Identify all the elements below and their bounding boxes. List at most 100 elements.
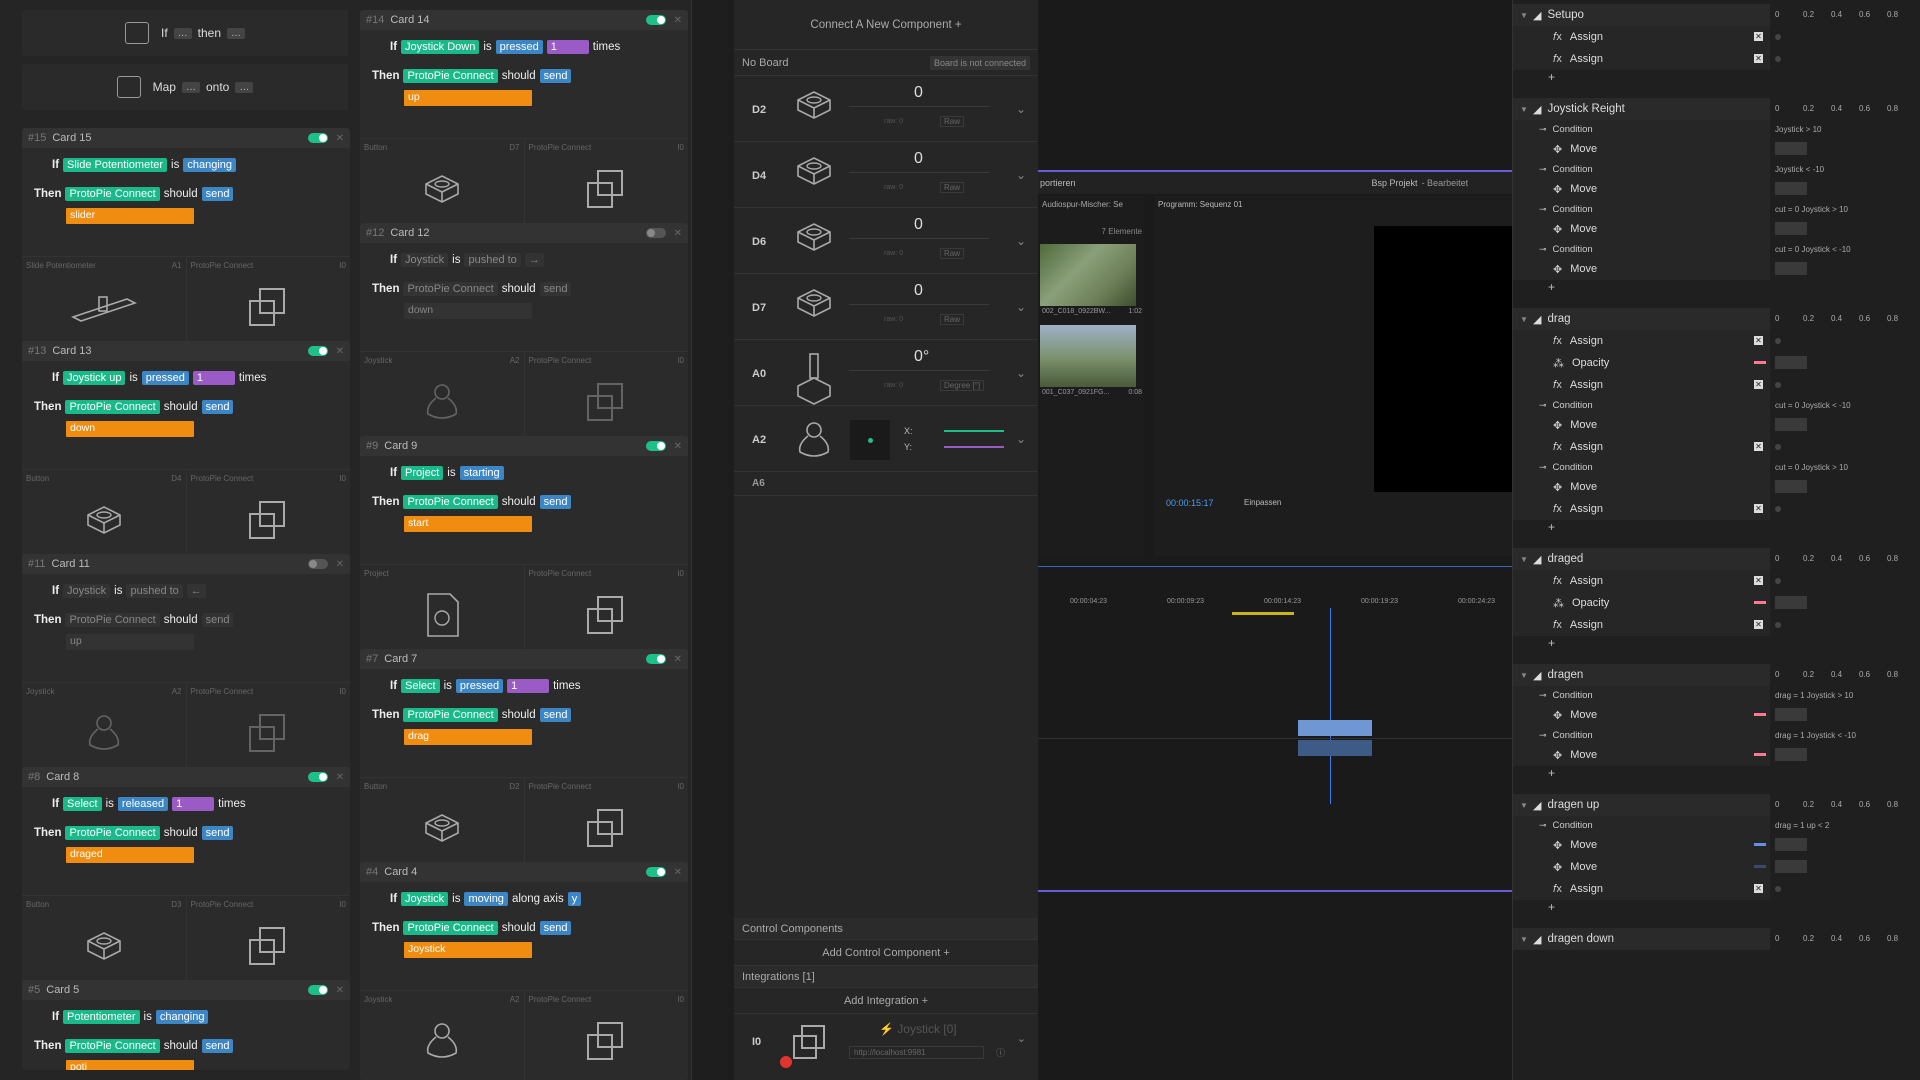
input-component-cell[interactable]: Slide Potentiometer A1 — [22, 257, 187, 346]
timeline-row[interactable]: ⊸ Condition Joystick > 10 — [1513, 120, 1920, 138]
integration-url-field[interactable]: http://localhost:9981 — [849, 1046, 984, 1059]
output-component-cell[interactable]: ProtoPie Connect I0 — [525, 778, 689, 867]
message-field[interactable]: down — [404, 303, 532, 319]
message-field[interactable]: start — [404, 516, 532, 532]
output-component-cell[interactable]: ProtoPie Connect I0 — [187, 683, 351, 772]
message-field[interactable]: draged — [66, 847, 194, 863]
animation-block[interactable] — [1775, 418, 1807, 431]
output-component-cell[interactable]: ProtoPie Connect I0 — [525, 352, 689, 441]
card-toggle[interactable] — [307, 985, 328, 995]
trigger-action[interactable]: moving — [464, 892, 508, 906]
component-row[interactable]: D2 0 raw: 0 Raw ⌄ — [734, 76, 1038, 142]
timeline-row[interactable]: 𝑓x Assign ✕ — [1513, 570, 1920, 592]
close-icon[interactable]: ✕ — [674, 441, 682, 452]
fit-dropdown[interactable]: Einpassen — [1244, 498, 1281, 507]
close-icon[interactable]: ✕ — [674, 228, 682, 239]
trigger-component[interactable]: Joystick Down — [401, 40, 480, 54]
card-toggle[interactable] — [307, 346, 328, 356]
rule-card[interactable]: #14 Card 14 ✕ If Joystick Down is pressed 1 time… — [360, 10, 688, 228]
message-field[interactable]: up — [404, 90, 532, 106]
animation-block[interactable] — [1775, 222, 1807, 235]
timeline-row[interactable]: ⊸ Condition cut = 0 Joystick > 10 — [1513, 458, 1920, 476]
close-icon[interactable]: ✕ — [336, 559, 344, 570]
tab-program[interactable]: Programm: Sequenz 01 — [1154, 196, 1512, 213]
chevron-down-icon[interactable]: ▼ — [1517, 935, 1531, 944]
timeline-row[interactable]: ⊸ Condition cut = 0 Joystick < -10 — [1513, 396, 1920, 414]
keyframe-dot[interactable] — [1775, 34, 1781, 40]
remove-icon[interactable]: ✕ — [1754, 380, 1763, 389]
timeline-row[interactable]: 𝑓x Assign ✕ — [1513, 26, 1920, 48]
rule-card[interactable]: #4 Card 4 ✕ If Joystick is moving along axis y Th… — [360, 862, 688, 1080]
timeline-group[interactable]: ▼ ◢ drag 0 0.2 0.4 0.6 0.8 — [1513, 308, 1920, 330]
animation-block[interactable] — [1775, 838, 1807, 851]
timeline-row[interactable]: ✥ Move — [1513, 744, 1920, 766]
card-toggle[interactable] — [645, 228, 666, 238]
component-row[interactable]: A2 X: Y: ⌄ — [734, 406, 1038, 472]
timeline-row[interactable]: ✥ Move — [1513, 258, 1920, 280]
timeline-row[interactable]: ✥ Move — [1513, 178, 1920, 200]
timeline-row[interactable]: ⊸ Condition drag = 1 up < 2 — [1513, 816, 1920, 834]
rule-card[interactable]: #8 Card 8 ✕ If Select is released 1 times Then Pro… — [22, 767, 350, 985]
chevron-down-icon[interactable]: ⌄ — [1016, 234, 1026, 248]
timeline-row[interactable]: ⊸ Condition cut = 0 Joystick > 10 — [1513, 200, 1920, 218]
trigger-component[interactable]: Joystick — [63, 584, 111, 598]
timeline-row[interactable]: ✥ Move — [1513, 856, 1920, 878]
remove-icon[interactable]: ✕ — [1754, 32, 1763, 41]
card-toggle[interactable] — [307, 772, 328, 782]
target-action[interactable]: send — [201, 400, 234, 414]
card-header[interactable]: #4 Card 4 ✕ — [360, 862, 688, 882]
message-field[interactable]: up — [66, 634, 194, 650]
timeline-row[interactable]: 𝑓x Assign ✕ — [1513, 878, 1920, 900]
trigger-count[interactable]: 1 — [172, 797, 215, 811]
chevron-down-icon[interactable]: ▼ — [1517, 555, 1531, 564]
card-toggle[interactable] — [645, 441, 666, 451]
add-row-button[interactable]: + — [1548, 280, 1555, 294]
animation-block[interactable] — [1775, 596, 1807, 609]
component-row[interactable]: D6 0 raw: 0 Raw ⌄ — [734, 208, 1038, 274]
timeline-row[interactable]: ✥ Move — [1513, 834, 1920, 856]
message-field[interactable]: Joystick — [404, 942, 532, 958]
chevron-down-icon[interactable]: ▼ — [1517, 105, 1531, 114]
trigger-action[interactable]: pressed — [141, 371, 189, 385]
card-header[interactable]: #5 Card 5 ✕ — [22, 980, 350, 1000]
card-toggle[interactable] — [645, 867, 666, 877]
target-component[interactable]: ProtoPie Connect — [403, 69, 498, 83]
unit-select[interactable]: Raw — [940, 314, 965, 325]
rule-card[interactable]: #12 Card 12 ✕ If Joystick is pushed to → Then Pro… — [360, 223, 688, 441]
trigger-action[interactable]: changing — [183, 158, 236, 172]
output-component-cell[interactable]: ProtoPie Connect I0 — [525, 139, 689, 228]
close-icon[interactable]: ✕ — [336, 133, 344, 144]
card-header[interactable]: #8 Card 8 ✕ — [22, 767, 350, 787]
trigger-action[interactable]: pushed to — [126, 584, 183, 598]
output-component-cell[interactable]: ProtoPie Connect I0 — [187, 257, 351, 346]
trigger-component[interactable]: Joystick up — [63, 371, 126, 385]
trigger-component[interactable]: Select — [63, 797, 102, 811]
chevron-down-icon[interactable]: ⌄ — [1016, 366, 1026, 380]
target-component[interactable]: ProtoPie Connect — [65, 613, 160, 627]
keyframe-dot[interactable] — [1775, 382, 1781, 388]
remove-icon[interactable]: ✕ — [1754, 442, 1763, 451]
target-component[interactable]: ProtoPie Connect — [403, 282, 498, 296]
trigger-component[interactable]: Slide Potentiometer — [63, 158, 168, 172]
close-icon[interactable]: ✕ — [336, 772, 344, 783]
tab-export[interactable]: portieren — [1040, 178, 1076, 188]
unit-select[interactable]: Raw — [940, 248, 965, 259]
target-component[interactable]: ProtoPie Connect — [65, 1039, 160, 1053]
keyframe-dot[interactable] — [1775, 444, 1781, 450]
card-header[interactable]: #13 Card 13 ✕ — [22, 341, 350, 361]
card-header[interactable]: #9 Card 9 ✕ — [360, 436, 688, 456]
keyframe-dot[interactable] — [1775, 886, 1781, 892]
target-component[interactable]: ProtoPie Connect — [65, 187, 160, 201]
trigger-action[interactable]: changing — [155, 1010, 209, 1024]
message-field[interactable]: poti — [66, 1060, 194, 1070]
output-component-cell[interactable]: ProtoPie Connect I0 — [525, 991, 689, 1080]
trigger-action[interactable]: released — [117, 797, 169, 811]
axis-value[interactable]: y — [567, 892, 582, 906]
trigger-count[interactable]: 1 — [546, 40, 589, 54]
target-component[interactable]: ProtoPie Connect — [403, 708, 498, 722]
trigger-count[interactable]: 1 — [192, 371, 235, 385]
clip-thumbnail[interactable] — [1040, 244, 1136, 306]
target-action[interactable]: send — [539, 69, 572, 83]
target-action[interactable]: send — [201, 613, 234, 627]
timeline-row[interactable]: 𝑓x Assign ✕ — [1513, 614, 1920, 636]
